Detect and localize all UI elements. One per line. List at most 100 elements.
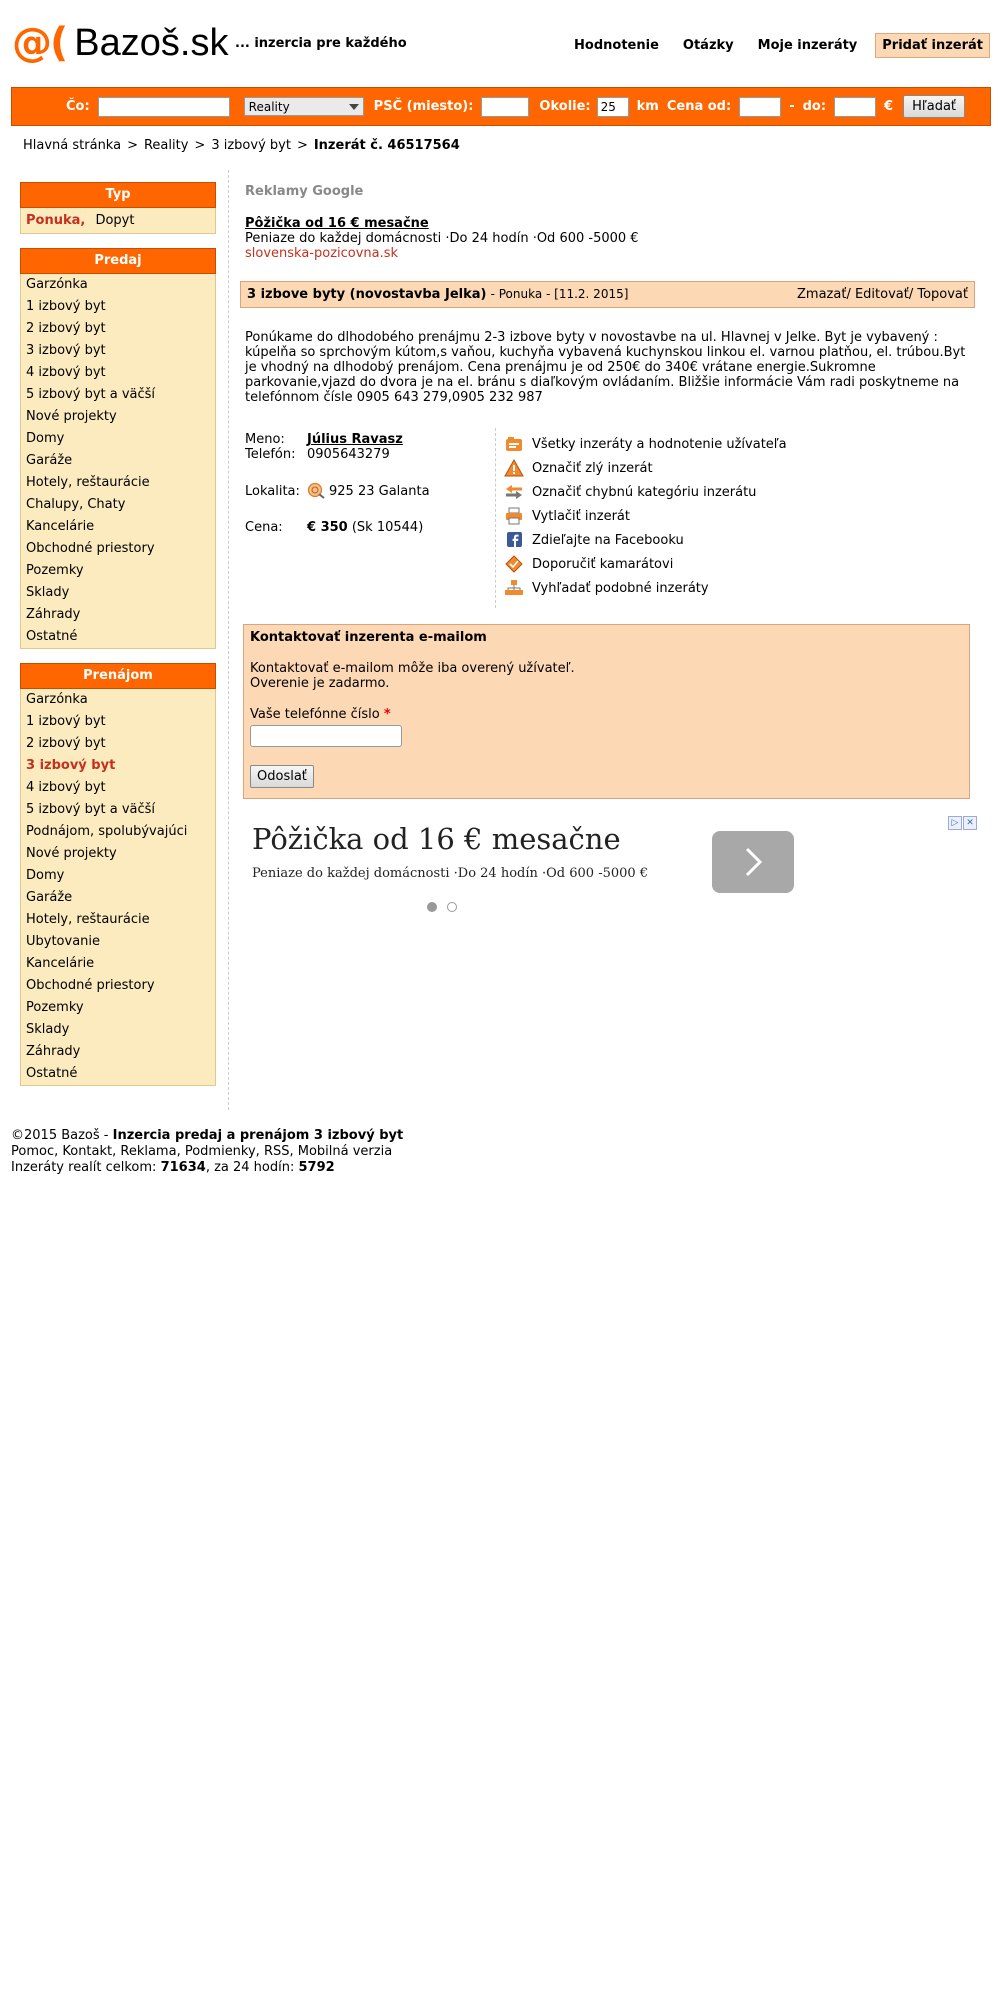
contact-info-line2: Overenie je zadarmo. <box>250 676 390 691</box>
predaj-heading: Predaj <box>20 248 216 274</box>
nav-moje-inzeraty[interactable]: Moje inzeráty <box>758 38 858 53</box>
breadcrumb-separator: > <box>296 138 308 153</box>
meno-row: Meno: Július Ravasz <box>245 432 495 447</box>
chevron-right-icon[interactable] <box>712 831 794 893</box>
sidebar: Typ Ponuka, Dopyt Predaj Garzónka 1 izbov… <box>20 182 216 1100</box>
facebook-icon <box>504 531 524 549</box>
warning-icon <box>504 458 524 477</box>
sidebar-item-prenajom[interactable]: Nové projekty <box>21 843 215 865</box>
carousel-dot[interactable] <box>427 902 437 912</box>
top-nav: Hodnotenie Otázky Moje inzeráty Pridať i… <box>550 33 990 58</box>
text-ad-url[interactable]: slovenska-pozicovna.sk <box>245 246 398 261</box>
cena-do-input[interactable] <box>834 96 877 117</box>
seller-name-link[interactable]: Július Ravasz <box>307 432 403 447</box>
sidebar-item-predaj[interactable]: Hotely, reštaurácie <box>21 472 215 494</box>
phone-input[interactable] <box>250 725 402 747</box>
sidebar-item-prenajom[interactable]: 5 izbový byt a väčší <box>21 799 215 821</box>
footer-links[interactable]: Pomoc, Kontakt, Reklama, Podmienky, RSS,… <box>11 1144 403 1160</box>
breadcrumb-reality[interactable]: Reality <box>144 138 188 153</box>
user-listings-icon <box>504 435 524 453</box>
breadcrumb-current: Inzerát č. 46517564 <box>313 138 460 153</box>
sidebar-item-predaj[interactable]: Sklady <box>21 582 215 604</box>
sidebar-item-predaj[interactable]: 4 izbový byt <box>21 362 215 384</box>
sidebar-item-predaj[interactable]: Garzónka <box>21 274 215 296</box>
action-report-category[interactable]: Označiť chybnú kategóriu inzerátu <box>504 480 787 504</box>
text-ad[interactable]: Pôžička od 16 € mesačne Peniaze do každe… <box>245 216 639 261</box>
sidebar-item-prenajom[interactable]: Garáže <box>21 887 215 909</box>
sidebar-item-predaj[interactable]: 5 izbový byt a väčší <box>21 384 215 406</box>
sidebar-item-predaj[interactable]: Nové projekty <box>21 406 215 428</box>
action-report-listing[interactable]: Označiť zlý inzerát <box>504 456 787 480</box>
sidebar-item-prenajom[interactable]: 3 izbový byt <box>21 755 215 777</box>
co-input[interactable] <box>97 96 230 117</box>
typ-dopyt-link[interactable]: Dopyt <box>95 213 134 228</box>
cena-sk: (Sk 10544) <box>351 520 424 535</box>
listing-edit-actions[interactable]: Zmazať/ Editovať/ Topovať <box>797 287 968 302</box>
stats-total: 71634 <box>160 1160 206 1175</box>
action-label: Označiť chybnú kategóriu inzerátu <box>532 484 757 500</box>
sidebar-item-prenajom[interactable]: Podnájom, spolubývajúci <box>21 821 215 843</box>
sidebar-item-predaj[interactable]: Obchodné priestory <box>21 538 215 560</box>
sidebar-item-predaj[interactable]: 1 izbový byt <box>21 296 215 318</box>
action-share-facebook[interactable]: Zdieľajte na Facebooku <box>504 528 787 552</box>
sidebar-item-prenajom[interactable]: Kancelárie <box>21 953 215 975</box>
nav-hodnotenie[interactable]: Hodnotenie <box>574 38 659 53</box>
action-recommend-friend[interactable]: Doporučiť kamarátovi <box>504 552 787 576</box>
display-ad-title[interactable]: Pôžička od 16 € mesačne <box>252 822 621 856</box>
listing-info: Meno: Július Ravasz Telefón: 0905643279 … <box>245 432 495 535</box>
sidebar-item-predaj[interactable]: Pozemky <box>21 560 215 582</box>
typ-body: Ponuka, Dopyt <box>20 208 216 234</box>
listing-title: 3 izbove byty (novostavba Jelka) <box>247 287 487 302</box>
text-ad-title[interactable]: Pôžička od 16 € mesačne <box>245 216 429 231</box>
telefon-row: Telefón: 0905643279 <box>245 447 495 462</box>
sidebar-item-prenajom[interactable]: 2 izbový byt <box>21 733 215 755</box>
typ-row: Ponuka, Dopyt <box>21 208 215 233</box>
typ-ponuka-link[interactable]: Ponuka, <box>26 213 85 228</box>
close-icon[interactable]: ✕ <box>963 816 977 830</box>
listing-actions: Všetky inzeráty a hodnotenie užívateľa O… <box>504 432 787 600</box>
sidebar-item-predaj[interactable]: Domy <box>21 428 215 450</box>
breadcrumb-category[interactable]: 3 izbový byt <box>211 138 291 153</box>
sidebar-item-prenajom[interactable]: Pozemky <box>21 997 215 1019</box>
action-print-listing[interactable]: Vytlačiť inzerát <box>504 504 787 528</box>
nav-otazky[interactable]: Otázky <box>683 38 734 53</box>
send-button[interactable]: Odoslať <box>250 765 314 788</box>
sidebar-item-prenajom[interactable]: 4 izbový byt <box>21 777 215 799</box>
sidebar-item-predaj[interactable]: Kancelárie <box>21 516 215 538</box>
sidebar-item-prenajom[interactable]: Ostatné <box>21 1063 215 1085</box>
typ-box: Typ Ponuka, Dopyt <box>20 182 216 234</box>
breadcrumb-home[interactable]: Hlavná stránka <box>23 138 121 153</box>
sidebar-item-prenajom[interactable]: 1 izbový byt <box>21 711 215 733</box>
search-button[interactable]: Hľadať <box>903 95 966 118</box>
sidebar-item-predaj[interactable]: Záhrady <box>21 604 215 626</box>
action-all-user-listings[interactable]: Všetky inzeráty a hodnotenie užívateľa <box>504 432 787 456</box>
sidebar-item-prenajom[interactable]: Ubytovanie <box>21 931 215 953</box>
sidebar-item-predaj[interactable]: Garáže <box>21 450 215 472</box>
sidebar-item-predaj[interactable]: 3 izbový byt <box>21 340 215 362</box>
carousel-dot[interactable] <box>447 902 457 912</box>
footer-line1: ©2015 Bazoš - Inzercia predaj a prenájom… <box>11 1128 403 1144</box>
cena-od-input[interactable] <box>739 96 782 117</box>
display-ad[interactable]: ▷ ✕ Pôžička od 16 € mesačne Peniaze do k… <box>245 816 980 916</box>
recommend-icon <box>504 555 524 573</box>
sidebar-item-prenajom[interactable]: Domy <box>21 865 215 887</box>
map-search-icon[interactable] <box>307 482 327 500</box>
sidebar-item-prenajom[interactable]: Garzónka <box>21 689 215 711</box>
contact-form: Kontaktovať inzerenta e-mailom Kontaktov… <box>243 624 970 799</box>
sidebar-item-prenajom[interactable]: Hotely, reštaurácie <box>21 909 215 931</box>
adchoices[interactable]: ▷ ✕ <box>947 816 977 830</box>
printer-icon <box>504 507 524 525</box>
category-select[interactable]: Reality <box>243 97 364 116</box>
sidebar-item-predaj[interactable]: Ostatné <box>21 626 215 648</box>
sidebar-item-prenajom[interactable]: Sklady <box>21 1019 215 1041</box>
sidebar-item-predaj[interactable]: Chalupy, Chaty <box>21 494 215 516</box>
action-search-similar[interactable]: Vyhľadať podobné inzeráty <box>504 576 787 600</box>
psc-input[interactable] <box>481 96 530 117</box>
sidebar-item-prenajom[interactable]: Záhrady <box>21 1041 215 1063</box>
adchoices-icon[interactable]: ▷ <box>948 816 962 830</box>
sidebar-item-predaj[interactable]: 2 izbový byt <box>21 318 215 340</box>
add-listing-button[interactable]: Pridať inzerát <box>875 33 990 58</box>
sidebar-item-prenajom[interactable]: Obchodné priestory <box>21 975 215 997</box>
logo[interactable]: @( Bazoš.sk <box>12 20 228 66</box>
okolie-input[interactable] <box>596 96 629 117</box>
